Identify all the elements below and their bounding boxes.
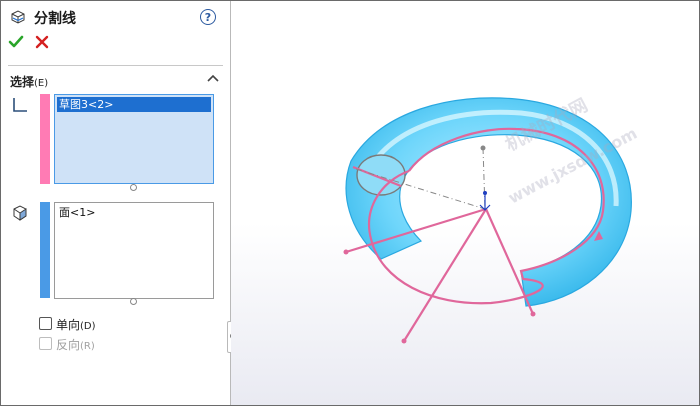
split-line-icon bbox=[11, 10, 25, 24]
sketch-point[interactable] bbox=[343, 249, 349, 255]
cancel-x-icon[interactable] bbox=[35, 35, 49, 49]
panel-title: 分割线 bbox=[34, 11, 76, 27]
sketch-point[interactable] bbox=[401, 338, 407, 344]
sketch-point[interactable] bbox=[530, 311, 536, 317]
sketch-icon bbox=[13, 98, 27, 112]
panel-header: 分割线 ? bbox=[1, 1, 230, 33]
list-item[interactable]: 草图3<2> bbox=[57, 97, 211, 112]
chevron-up-icon[interactable] bbox=[207, 73, 219, 83]
selection-section-accel: (E) bbox=[34, 78, 49, 89]
selection-section-title[interactable]: 选择(E) bbox=[10, 73, 48, 90]
face-selection-color-bar bbox=[40, 202, 50, 298]
face-selection-list[interactable]: 面<1> bbox=[54, 202, 214, 299]
list-item[interactable]: 面<1> bbox=[59, 205, 95, 220]
checkbox-box[interactable] bbox=[39, 317, 52, 330]
face-cube-icon bbox=[13, 205, 27, 221]
origin-point-icon bbox=[483, 191, 487, 195]
graphics-viewport[interactable]: 机械时代网 www.jxsdw.com bbox=[231, 1, 699, 405]
model-canvas[interactable] bbox=[231, 1, 699, 405]
header-separator bbox=[8, 65, 223, 66]
sketch-line[interactable] bbox=[403, 208, 487, 342]
sketch-line[interactable] bbox=[484, 208, 535, 315]
checkbox-box bbox=[39, 337, 52, 350]
list-resize-grip[interactable] bbox=[130, 298, 137, 305]
sketch-selection-list[interactable]: 草图3<2> bbox=[54, 94, 214, 184]
sketch-selection-color-bar bbox=[40, 94, 50, 184]
ok-check-icon[interactable] bbox=[8, 34, 24, 50]
construction-point bbox=[480, 145, 486, 151]
checkbox-label: 单向(D) bbox=[56, 318, 96, 332]
checkbox-label: 反向(R) bbox=[56, 338, 95, 352]
list-resize-grip[interactable] bbox=[130, 184, 137, 191]
selection-section-label: 选择 bbox=[10, 75, 35, 89]
property-manager-panel: 分割线 ? 选择(E) 草图3<2> 面<1> 单向(D) 反向(R) bbox=[1, 1, 231, 405]
help-icon[interactable]: ? bbox=[200, 9, 216, 25]
